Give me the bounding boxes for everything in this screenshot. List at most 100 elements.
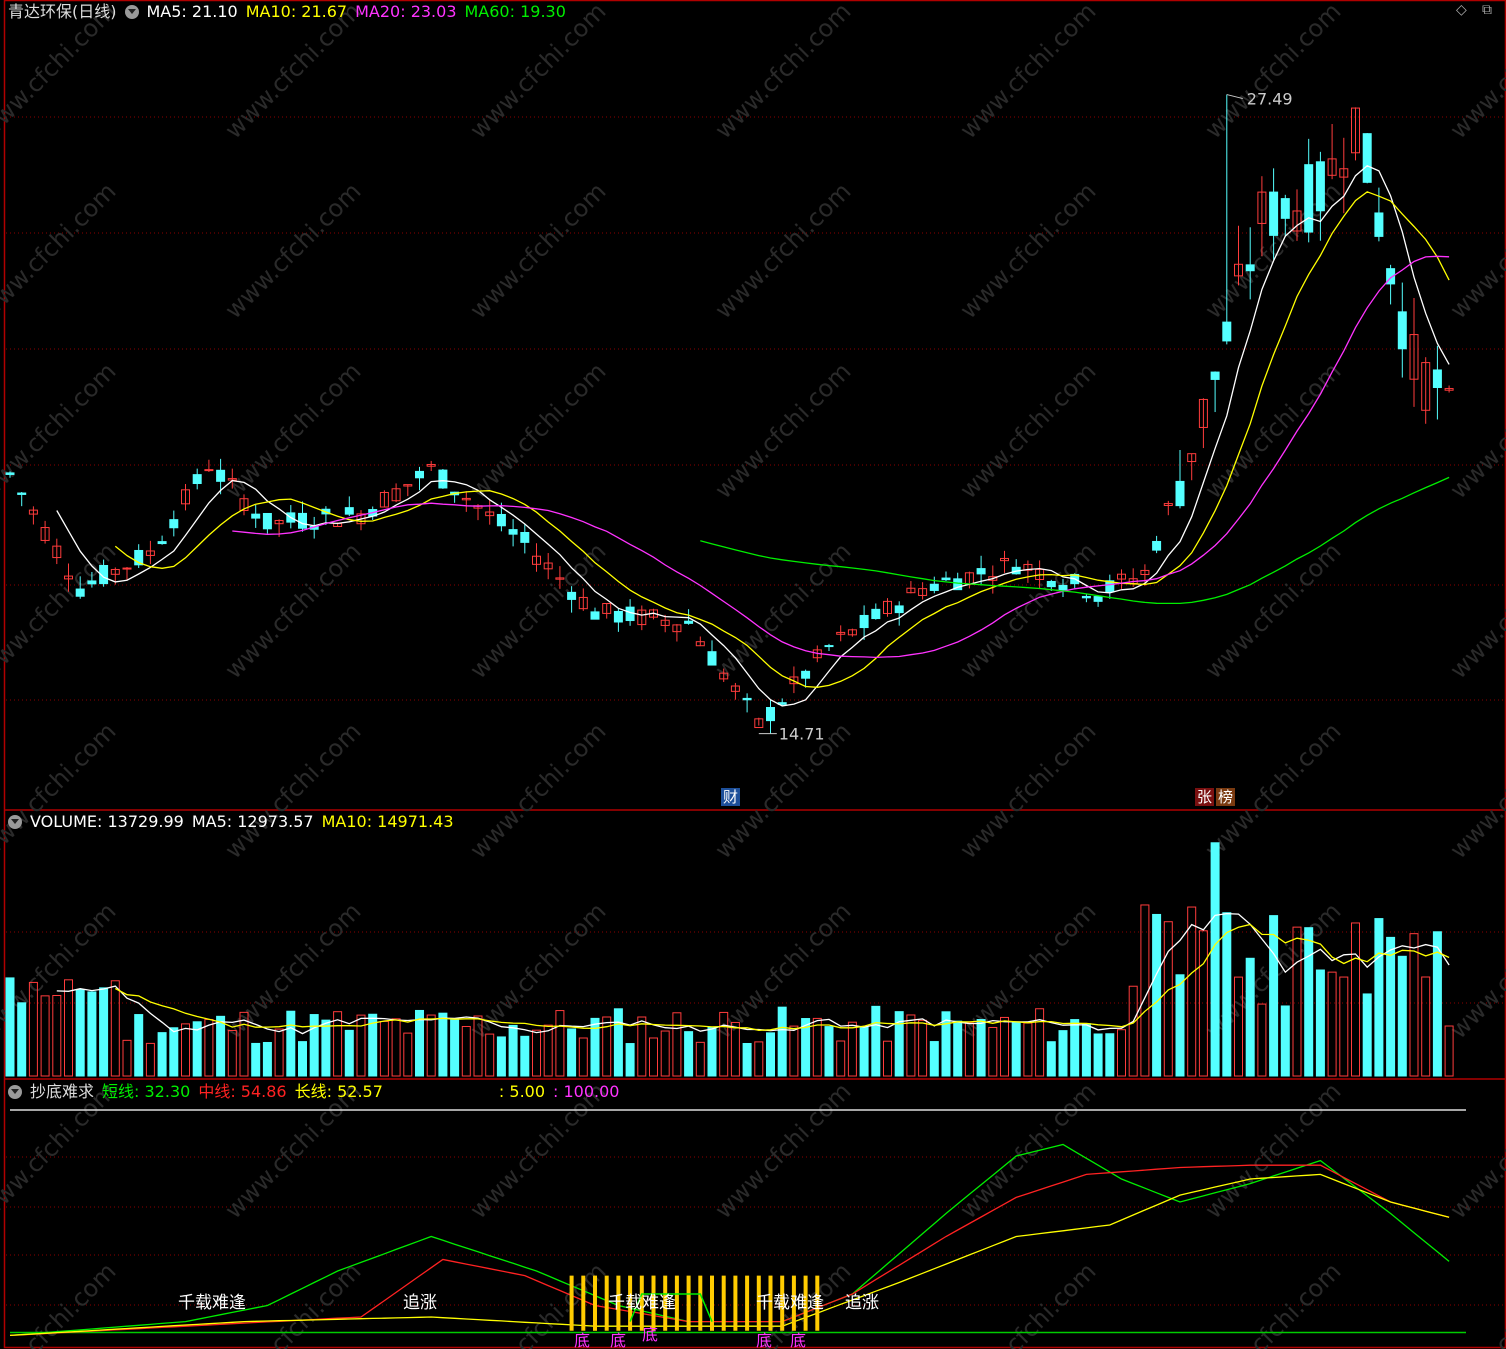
volume-bar: [742, 1042, 752, 1077]
volume-bar: [461, 1025, 471, 1077]
volume-bar: [613, 1008, 623, 1077]
candle: [894, 605, 904, 614]
volume-bar: [403, 1032, 413, 1077]
volume-bar: [859, 1026, 869, 1077]
volume-bar: [379, 1020, 389, 1077]
candle: [1269, 191, 1279, 236]
candle: [613, 610, 623, 623]
watermark-text: www.cfchi.com: [464, 177, 611, 324]
volume-bar: [976, 1019, 986, 1077]
candle: [1152, 540, 1162, 551]
volume-bar: [1362, 993, 1372, 1077]
volume-bar: [344, 1029, 354, 1077]
candle: [262, 512, 272, 530]
diamond-icon[interactable]: ◇: [1456, 2, 1467, 18]
volume-bar: [251, 1042, 261, 1077]
volume-bar: [578, 1037, 588, 1077]
indicator-dropdown-icon[interactable]: [8, 1085, 22, 1099]
volume-bar: [660, 1030, 670, 1077]
volume-bar: [789, 1025, 799, 1077]
volume-bar: [824, 1026, 834, 1077]
ma5-label: MA5: 21.10: [146, 2, 238, 21]
volume-bar: [1152, 913, 1162, 1077]
volume-bar: [5, 977, 15, 1077]
volume-bar: [508, 1024, 518, 1077]
volume-bar: [1257, 1003, 1267, 1077]
volume-bar: [953, 1020, 963, 1077]
volume-bar: [75, 989, 85, 1077]
signal-zhuizhang: 追涨: [845, 1293, 879, 1313]
volume-bar: [356, 1014, 366, 1077]
volume-bar: [450, 1019, 460, 1077]
candle: [496, 513, 506, 527]
tag-bang[interactable]: 榜: [1216, 788, 1236, 806]
candle: [1315, 161, 1325, 212]
watermark-text: www.cfchi.com: [0, 177, 121, 324]
candle: [1432, 369, 1442, 388]
volume-bar: [216, 1015, 226, 1077]
volume-bar: [1397, 955, 1407, 1077]
indicator-short: 短线: 32.30: [102, 1082, 191, 1101]
candle: [590, 611, 600, 620]
candle: [625, 606, 635, 622]
volume-dropdown-icon[interactable]: [8, 815, 22, 829]
volume-bar: [847, 1021, 857, 1077]
volume-bar: [64, 979, 73, 1077]
volume-bar: [169, 1027, 179, 1077]
watermark-text: www.cfchi.com: [1444, 357, 1506, 504]
indicator-long: 长线: 52.57: [294, 1082, 383, 1101]
signal-zhuizhang: 追涨: [403, 1293, 437, 1313]
volume-bar: [532, 1029, 541, 1077]
volume-bar: [637, 1016, 647, 1077]
watermark-text: www.cfchi.com: [1444, 0, 1506, 144]
volume-bar: [1105, 1033, 1115, 1077]
volume-bar: [321, 1019, 331, 1077]
volume-bar: [695, 1041, 705, 1077]
signal-qianzai: 千载难逢: [756, 1293, 824, 1313]
tag-zhang[interactable]: 张: [1195, 788, 1215, 806]
volume-bar: [1117, 1029, 1126, 1077]
volume-bar: [438, 1012, 448, 1077]
volume-bar: [1386, 936, 1396, 1077]
watermark-text: www.cfchi.com: [954, 1257, 1101, 1349]
watermark-text: www.cfchi.com: [0, 537, 121, 684]
volume-bar: [1374, 918, 1384, 1077]
volume-bar: [1000, 1016, 1009, 1077]
watermark-text: www.cfchi.com: [1444, 1257, 1506, 1349]
ma10-label: MA10: 21.67: [245, 2, 348, 21]
restore-icon[interactable]: ⧉: [1482, 2, 1492, 18]
candle: [766, 707, 775, 722]
watermark-text: www.cfchi.com: [954, 537, 1101, 684]
signal-di: 底: [642, 1325, 658, 1344]
watermark-text: www.cfchi.com: [954, 177, 1101, 324]
volume-bar: [836, 1040, 846, 1077]
volume-bar: [122, 1039, 132, 1077]
candle: [824, 645, 834, 648]
candle: [1280, 198, 1290, 219]
volume-bar: [426, 1014, 436, 1077]
watermark-text: www.cfchi.com: [1199, 537, 1346, 684]
volume-bar: [777, 1006, 787, 1077]
watermark-text: www.cfchi.com: [954, 1077, 1101, 1224]
tag-cai[interactable]: 财: [721, 788, 741, 806]
stock-chart[interactable]: www.cfchi.com www.cfchi.com www.cfchi.com w…: [0, 0, 1506, 1349]
volume-bar: [1327, 971, 1337, 1077]
low-marker-label: 14.71: [779, 725, 825, 744]
volume-bar: [1339, 976, 1349, 1077]
candle: [344, 507, 354, 515]
volume-bar: [391, 1018, 401, 1077]
settings-dropdown-icon[interactable]: [124, 5, 139, 19]
candle: [520, 531, 530, 543]
volume-bar: [1269, 915, 1279, 1077]
volume-bar: [871, 1005, 881, 1077]
candle: [216, 469, 226, 482]
candle: [87, 580, 97, 585]
volume-bar: [1175, 974, 1185, 1077]
volume-bar: [134, 1014, 144, 1077]
stock-title: 青达环保(日线): [8, 2, 117, 21]
candle: [204, 469, 214, 472]
candle: [5, 472, 15, 475]
indicator-name: 抄底难求: [30, 1082, 95, 1101]
watermark-text: www.cfchi.com: [954, 357, 1101, 504]
volume-bar: [1128, 985, 1138, 1077]
